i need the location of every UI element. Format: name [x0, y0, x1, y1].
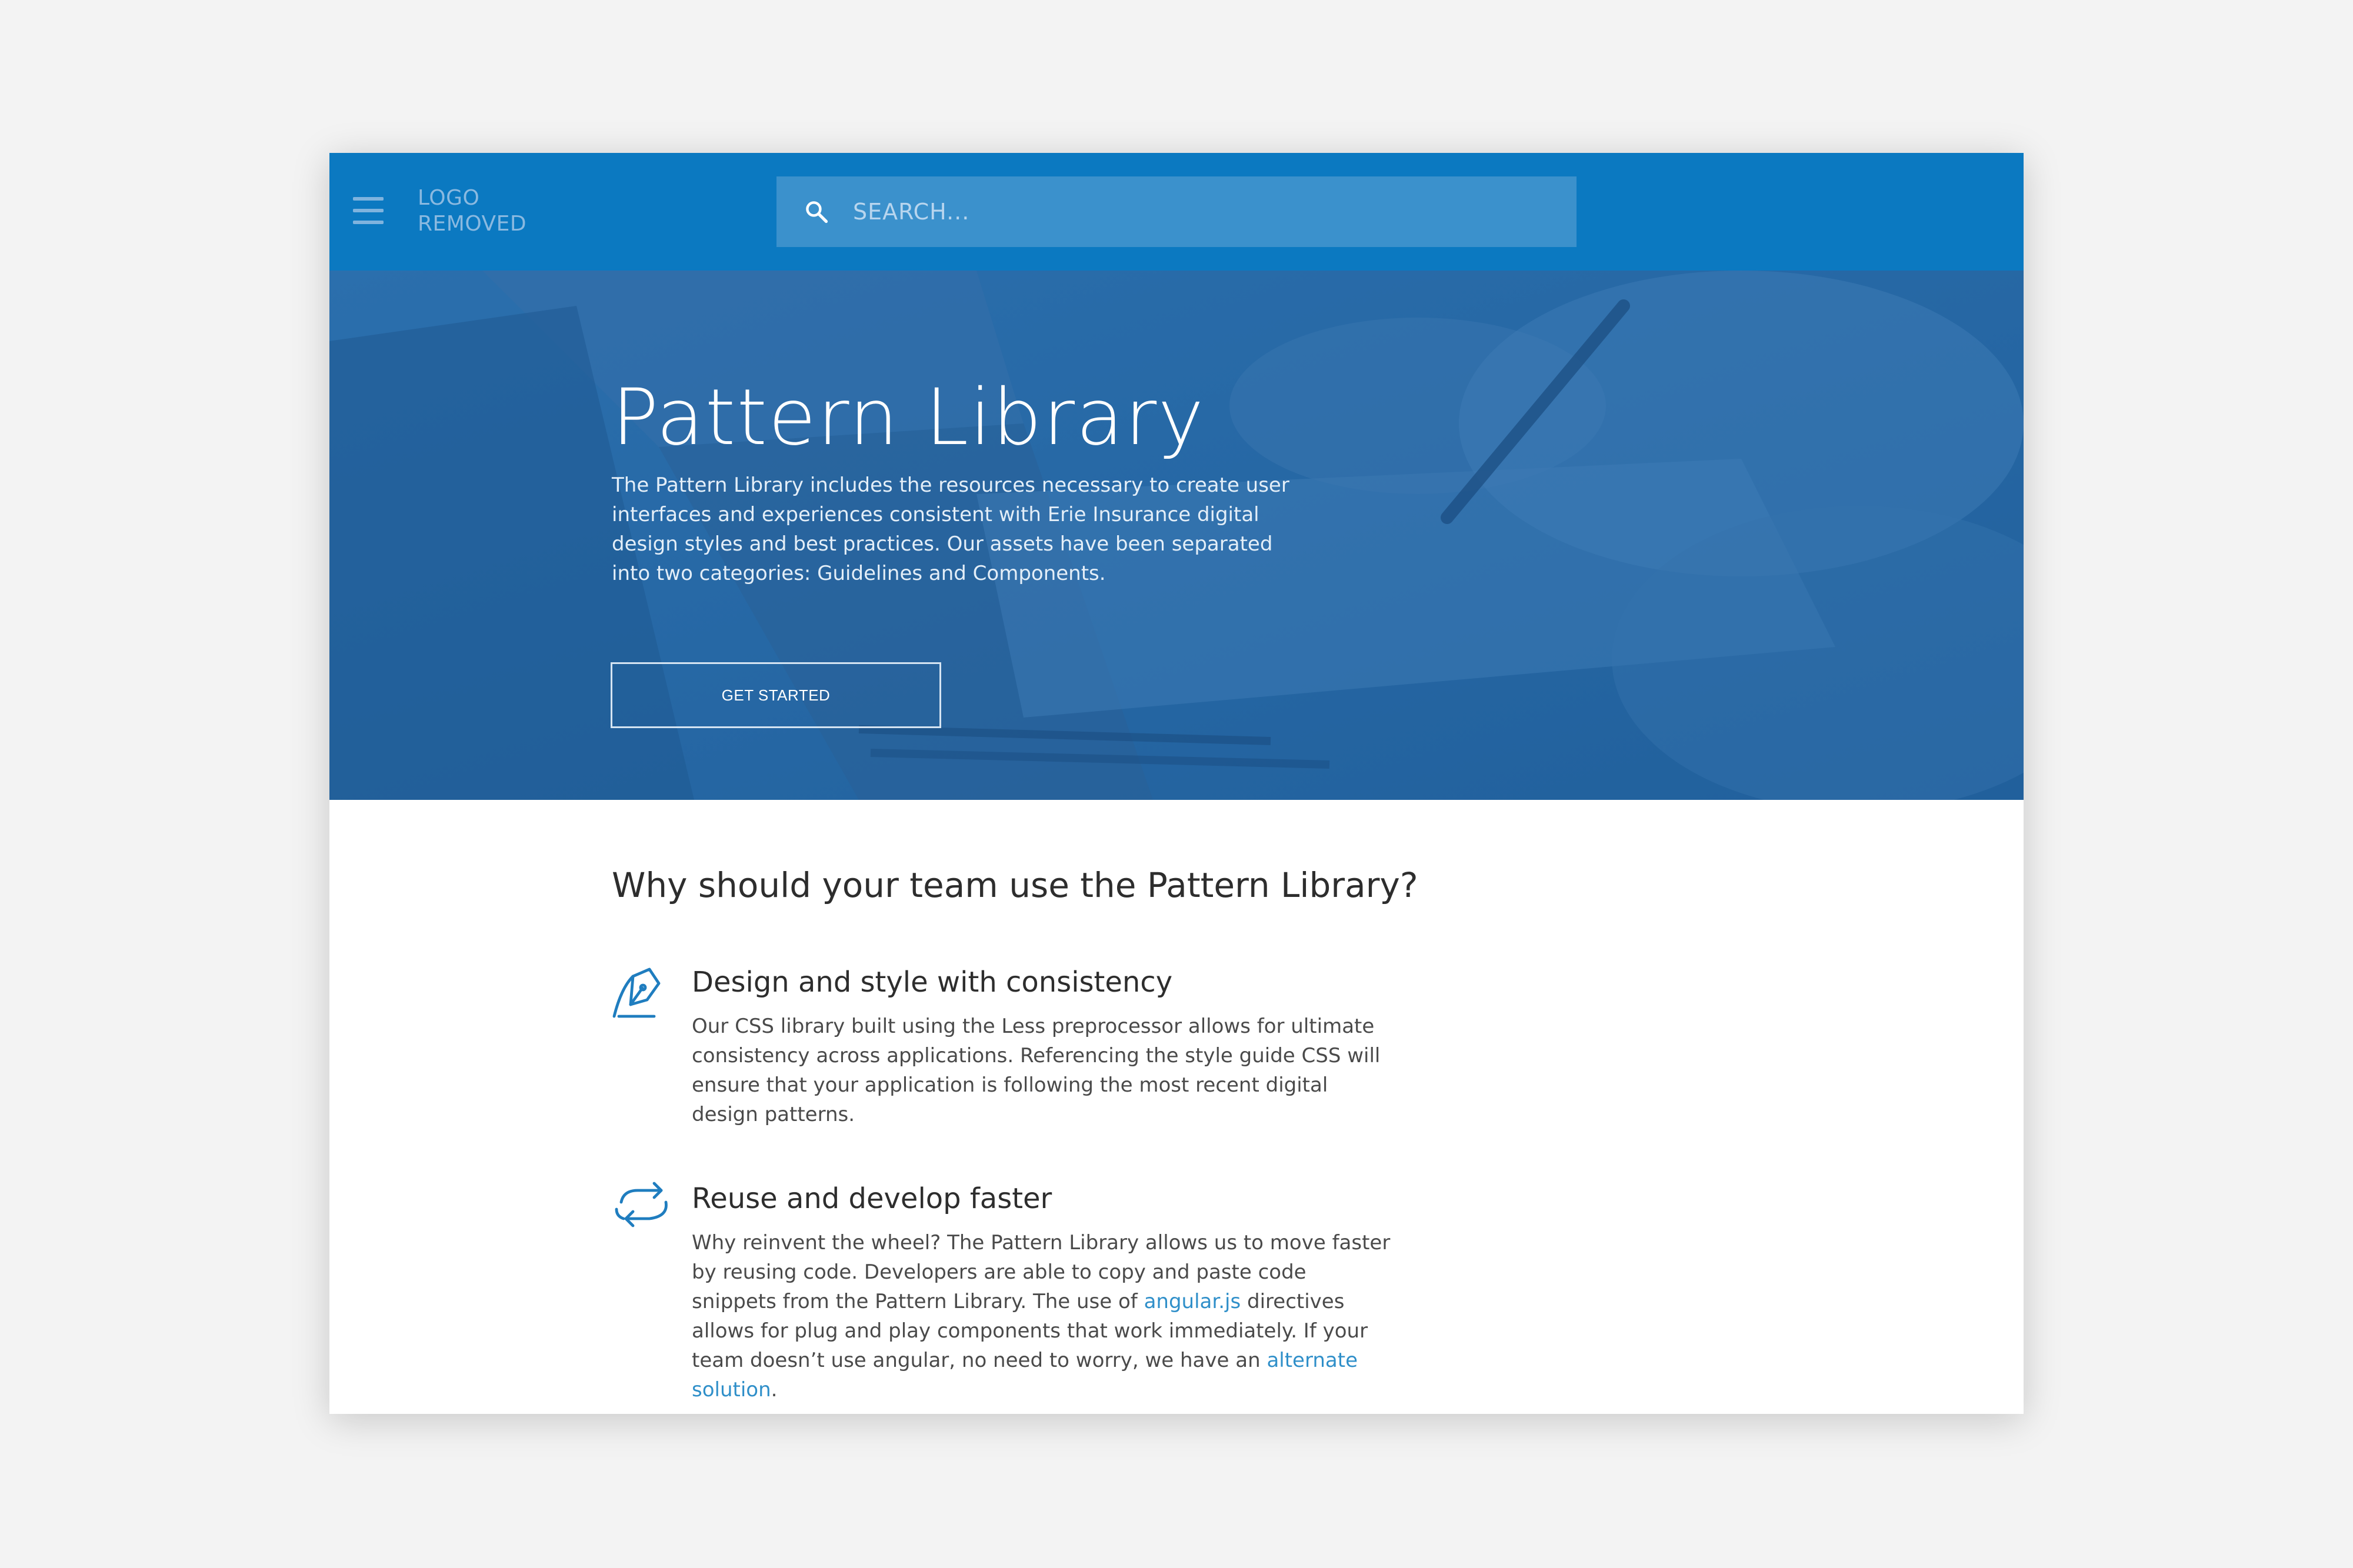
search-placeholder: SEARCH...: [853, 199, 970, 225]
logo-placeholder[interactable]: LOGO REMOVED: [418, 185, 526, 237]
reuse-cycle-icon: [615, 1182, 668, 1227]
feature-heading: Reuse and develop faster: [692, 1182, 1052, 1215]
search-input[interactable]: SEARCH...: [776, 176, 1577, 247]
angularjs-link[interactable]: angular.js: [1144, 1290, 1241, 1313]
browser-window: LOGO REMOVED SEARCH... Pattern Library T…: [329, 153, 2024, 1414]
feature-body-text: .: [771, 1378, 778, 1402]
top-navigation-bar: LOGO REMOVED SEARCH...: [329, 153, 2024, 271]
section-title: Why should your team use the Pattern Lib…: [612, 865, 1418, 905]
logo-line-2: REMOVED: [418, 212, 527, 236]
hero-title: Pattern Library: [612, 372, 1205, 463]
pen-design-icon: [612, 968, 661, 1018]
feature-body: Why reinvent the wheel? The Pattern Libr…: [692, 1228, 1392, 1404]
logo-line-1: LOGO: [418, 186, 480, 210]
search-icon: [806, 201, 828, 223]
feature-heading: Design and style with consistency: [692, 966, 1173, 999]
hero-description: The Pattern Library includes the resourc…: [612, 473, 1289, 585]
feature-body: Our CSS library built using the Less pre…: [692, 1015, 1381, 1126]
hamburger-menu-icon[interactable]: [353, 197, 384, 224]
feature-reuse: Reuse and develop faster Why reinvent th…: [612, 1181, 1435, 1414]
hero-banner: Pattern Library The Pattern Library incl…: [329, 271, 2024, 800]
get-started-button[interactable]: GET STARTED: [611, 662, 941, 728]
feature-consistency: Design and style with consistency Our CS…: [612, 965, 1435, 1153]
